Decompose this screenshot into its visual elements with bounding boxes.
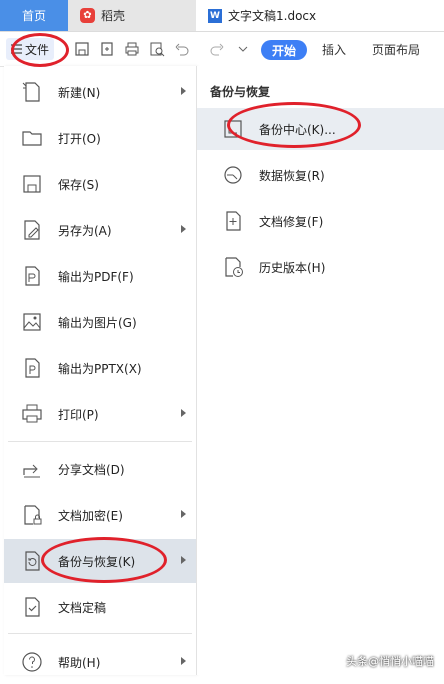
doc-repair-icon bbox=[221, 209, 245, 233]
tab-insert[interactable]: 插入 bbox=[322, 41, 346, 58]
tab-document-label: 文字文稿1.docx bbox=[228, 9, 317, 23]
tab-daoke[interactable]: ✿ 稻壳 bbox=[68, 0, 196, 31]
encrypt-icon bbox=[20, 503, 44, 527]
redo-icon[interactable] bbox=[209, 41, 225, 57]
folder-icon bbox=[20, 126, 44, 150]
menu-item-label: 打印(P) bbox=[58, 408, 99, 422]
menu-item-label: 保存(S) bbox=[58, 178, 99, 192]
menu-item-export-pdf[interactable]: 输出为PDF(F) bbox=[4, 254, 196, 298]
new-file-icon bbox=[20, 80, 44, 104]
menu-lines-icon bbox=[11, 44, 22, 54]
menu-item-open[interactable]: 打开(O) bbox=[4, 116, 196, 160]
submenu-arrow-icon bbox=[181, 409, 186, 417]
print-preview-icon[interactable] bbox=[149, 41, 165, 57]
menu-item-save-as[interactable]: 另存为(A) bbox=[4, 208, 196, 252]
menu-divider bbox=[8, 441, 192, 442]
panel-item-data-recovery[interactable]: 数据恢复(R) bbox=[197, 154, 444, 196]
save-icon bbox=[20, 172, 44, 196]
menu-item-encrypt[interactable]: 文档加密(E) bbox=[4, 493, 196, 537]
menu-item-new[interactable]: 新建(N) bbox=[4, 70, 196, 114]
menu-item-export-pptx[interactable]: 输出为PPTX(X) bbox=[4, 346, 196, 390]
menu-item-share[interactable]: 分享文档(D) bbox=[4, 447, 196, 491]
submenu-arrow-icon bbox=[181, 510, 186, 518]
panel-title: 备份与恢复 bbox=[210, 85, 271, 99]
pptx-icon bbox=[20, 356, 44, 380]
menu-item-finalize[interactable]: 文档定稿 bbox=[4, 585, 196, 629]
menu-item-label: 新建(N) bbox=[58, 86, 101, 100]
menu-item-backup-restore[interactable]: 备份与恢复(K) bbox=[4, 539, 196, 583]
file-menu: 新建(N) 打开(O) 保存(S) 另存为(A) 输出为PDF(F) 输出为图片… bbox=[4, 66, 197, 675]
menu-item-help[interactable]: 帮助(H) bbox=[4, 640, 196, 684]
share-icon bbox=[20, 457, 44, 481]
file-menu-button[interactable]: 文件 bbox=[6, 38, 55, 60]
watermark: 头条@悄悄小喵喵 bbox=[346, 655, 434, 668]
submenu-arrow-icon bbox=[181, 556, 186, 564]
submenu-arrow-icon bbox=[181, 657, 186, 665]
panel-item-label: 历史版本(H) bbox=[259, 261, 326, 275]
writer-logo-icon: W bbox=[208, 8, 222, 23]
menu-item-label: 文档定稿 bbox=[58, 601, 107, 615]
menu-item-print[interactable]: 打印(P) bbox=[4, 392, 196, 436]
panel-item-label: 数据恢复(R) bbox=[259, 169, 325, 183]
tab-page-layout[interactable]: 页面布局 bbox=[372, 41, 420, 58]
title-bar: 首页 ✿ 稻壳 W 文字文稿1.docx bbox=[0, 0, 444, 32]
panel-item-label: 备份中心(K)... bbox=[259, 123, 336, 137]
menu-divider bbox=[8, 633, 192, 634]
panel-item-backup-center[interactable]: 备份中心(K)... bbox=[197, 108, 444, 150]
tab-daoke-label: 稻壳 bbox=[101, 9, 126, 23]
print-icon bbox=[20, 402, 44, 426]
image-icon bbox=[20, 310, 44, 334]
menu-item-label: 输出为PPTX(X) bbox=[58, 362, 142, 376]
panel-item-history[interactable]: 历史版本(H) bbox=[197, 246, 444, 288]
toolbar: 文件 开始 插入 页面布局 bbox=[0, 32, 444, 67]
tab-start[interactable]: 开始 bbox=[261, 40, 307, 60]
print-icon[interactable] bbox=[124, 41, 140, 57]
data-recovery-icon bbox=[221, 163, 245, 187]
menu-item-label: 另存为(A) bbox=[58, 224, 112, 238]
submenu-arrow-icon bbox=[181, 87, 186, 95]
backup-icon bbox=[20, 549, 44, 573]
menu-item-label: 输出为PDF(F) bbox=[58, 270, 134, 284]
menu-item-label: 帮助(H) bbox=[58, 656, 101, 670]
finalize-icon bbox=[20, 595, 44, 619]
help-icon bbox=[20, 650, 44, 674]
save-icon[interactable] bbox=[74, 41, 90, 57]
menu-item-save[interactable]: 保存(S) bbox=[4, 162, 196, 206]
menu-item-label: 打开(O) bbox=[58, 132, 101, 146]
panel-item-label: 文档修复(F) bbox=[259, 215, 324, 229]
backup-center-icon bbox=[221, 117, 245, 141]
export-icon[interactable] bbox=[99, 41, 115, 57]
tab-document[interactable]: W 文字文稿1.docx bbox=[196, 0, 444, 31]
menu-item-label: 备份与恢复(K) bbox=[58, 555, 136, 569]
submenu-arrow-icon bbox=[181, 225, 186, 233]
undo-icon[interactable] bbox=[174, 41, 190, 57]
file-menu-label: 文件 bbox=[25, 42, 50, 57]
chevron-down-icon[interactable] bbox=[235, 41, 251, 57]
panel-item-doc-repair[interactable]: 文档修复(F) bbox=[197, 200, 444, 242]
daoke-logo-icon: ✿ bbox=[80, 8, 95, 23]
menu-item-label: 输出为图片(G) bbox=[58, 316, 137, 330]
tab-start-label: 开始 bbox=[271, 43, 296, 58]
history-icon bbox=[221, 255, 245, 279]
menu-item-export-image[interactable]: 输出为图片(G) bbox=[4, 300, 196, 344]
tab-home-label: 首页 bbox=[21, 9, 46, 23]
backup-restore-panel: 备份与恢复 备份中心(K)... 数据恢复(R) 文档修复(F) 历史版本(H) bbox=[197, 66, 444, 675]
tab-home[interactable]: 首页 bbox=[0, 0, 68, 31]
pdf-icon bbox=[20, 264, 44, 288]
menu-item-label: 分享文档(D) bbox=[58, 463, 125, 477]
save-as-icon bbox=[20, 218, 44, 242]
menu-item-label: 文档加密(E) bbox=[58, 509, 123, 523]
